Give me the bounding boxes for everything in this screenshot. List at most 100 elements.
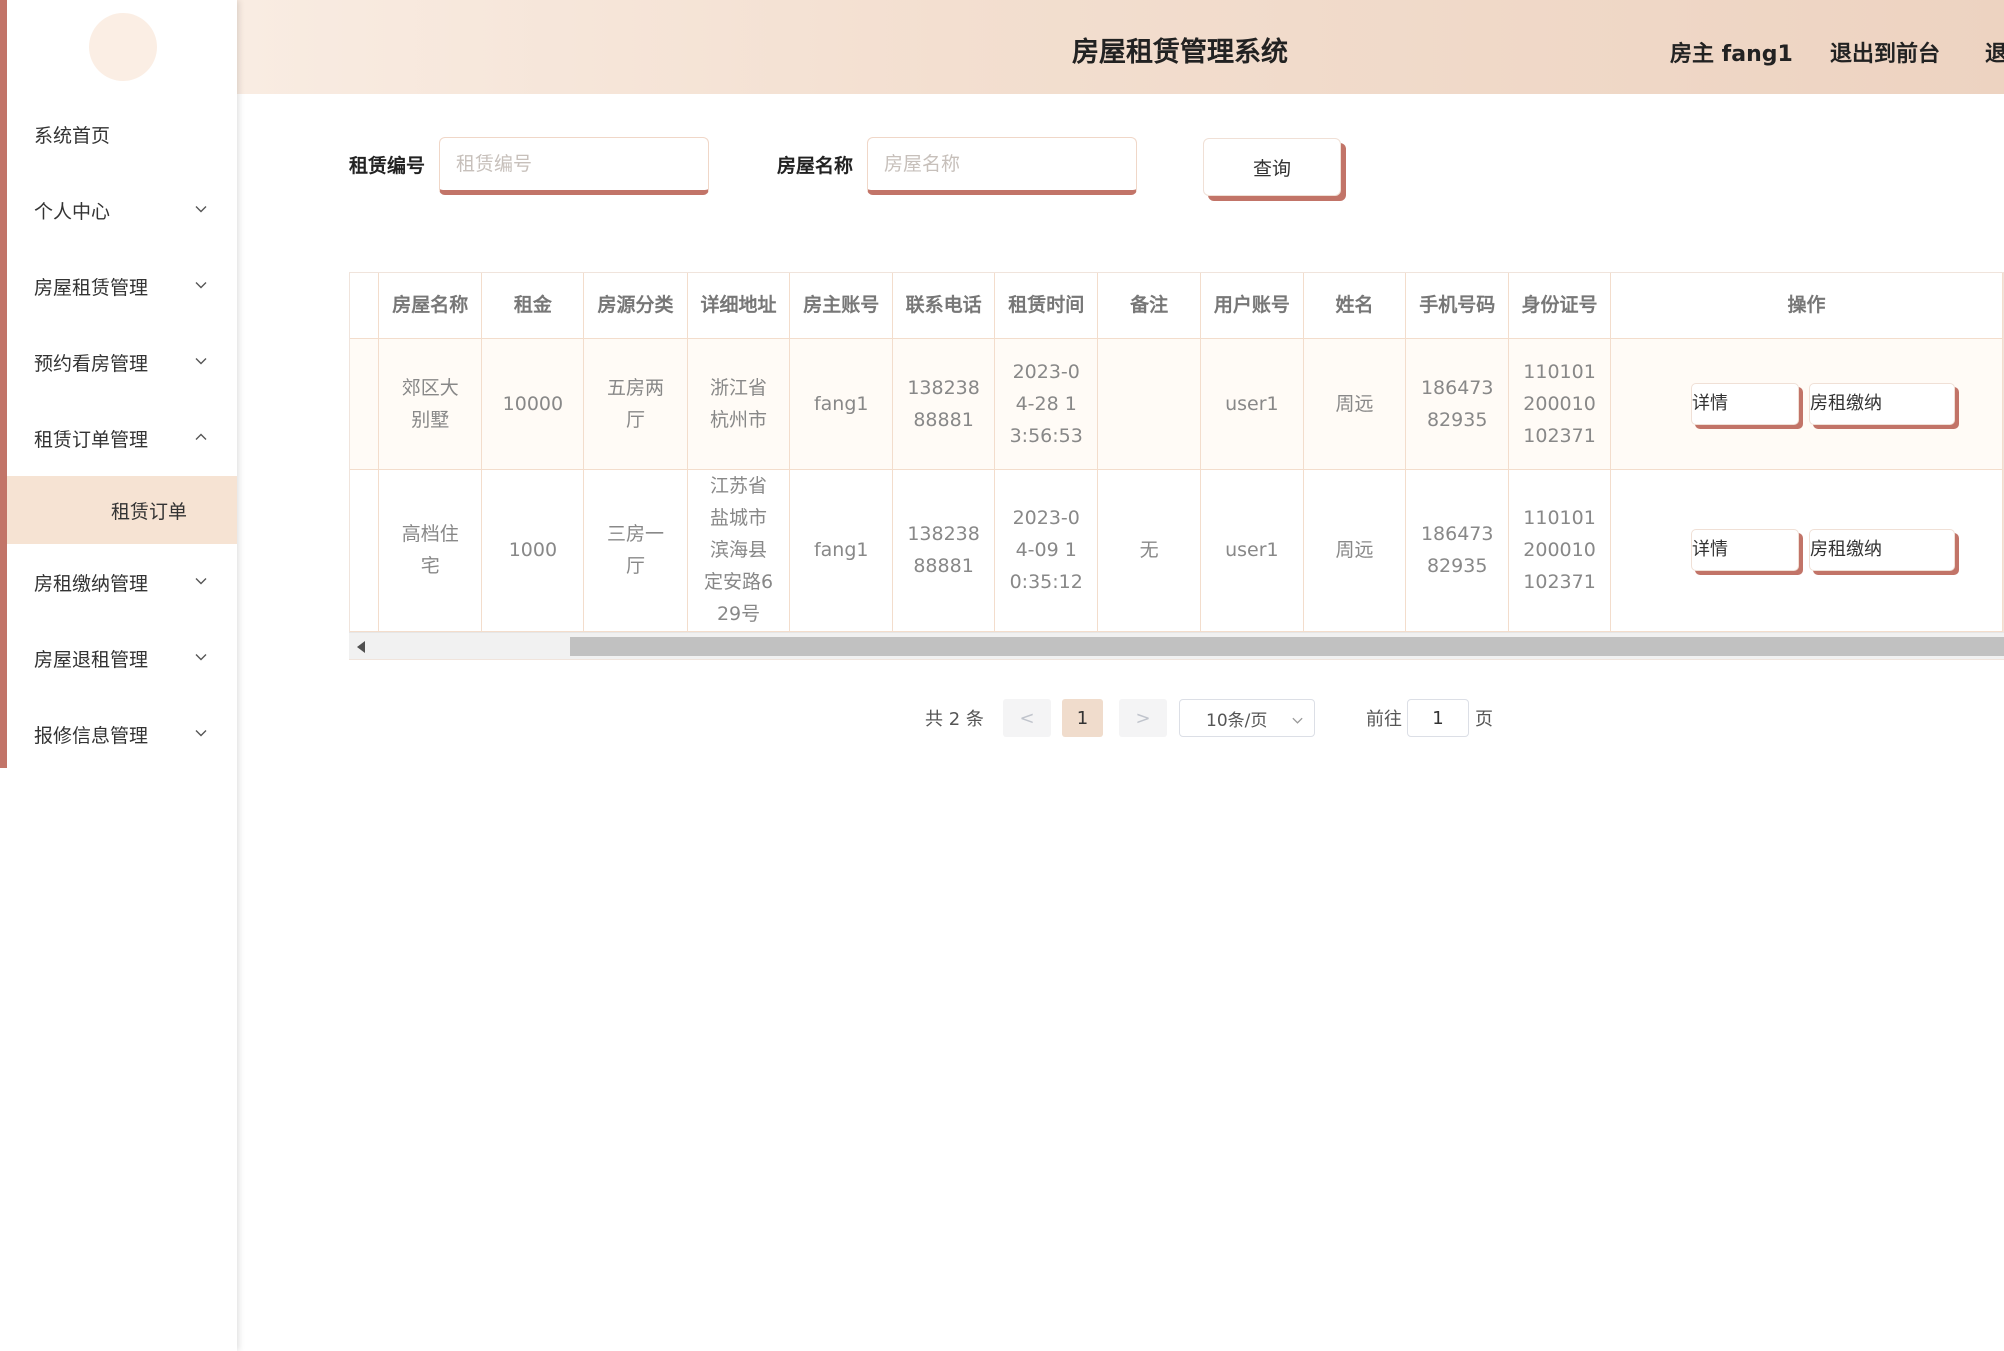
table-row[interactable]: 郊区大别墅 10000 五房两厅 浙江省杭州市 fang1 1382388888…: [350, 338, 2003, 470]
page-size-value: 10条/页: [1206, 710, 1268, 731]
column-header[interactable]: 房屋名称: [378, 273, 483, 339]
next-page-button[interactable]: >: [1119, 699, 1167, 737]
sidebar-item-label: 房租缴纳管理: [34, 572, 149, 595]
current-user: 房主 fang1: [1670, 42, 1793, 67]
rent-payment-button[interactable]: 房租缴纳: [1809, 382, 1956, 425]
column-header[interactable]: 身份证号: [1508, 273, 1612, 339]
column-header: 操作: [1610, 273, 2003, 339]
category-cell: 五房两厅: [583, 338, 688, 470]
mobile-cell: 18647382935: [1405, 469, 1510, 632]
sidebar-item-viewing-appointment[interactable]: 预约看房管理: [0, 324, 237, 400]
page-size-select[interactable]: 10条/页: [1179, 699, 1315, 737]
pagination-total: 共 2 条: [925, 709, 984, 730]
chevron-up-icon: [194, 430, 208, 444]
sidebar-item-house-rental[interactable]: 房屋租赁管理: [0, 248, 237, 324]
chevron-down-icon: [194, 202, 208, 216]
address-cell: 江苏省盐城市滨海县定安路629号: [687, 469, 791, 632]
sidebar-item-label: 房屋退租管理: [34, 648, 149, 671]
actions-cell: 详情 房租缴纳: [1610, 338, 2003, 470]
prev-page-button[interactable]: <: [1003, 699, 1051, 737]
chevron-down-icon: [194, 354, 208, 368]
owner-phone-cell: 13823888881: [892, 338, 996, 470]
top-header: 房屋租赁管理系统 房主 fang1 退出到前台 退出登录: [237, 0, 2004, 94]
sidebar-item-label: 个人中心: [34, 200, 111, 223]
sidebar-item-label: 房屋租赁管理: [34, 276, 149, 299]
sidebar-item-personal-center[interactable]: 个人中心: [0, 172, 237, 248]
sidebar-item-rent-payment[interactable]: 房租缴纳管理: [0, 544, 237, 620]
column-header[interactable]: 姓名: [1303, 273, 1407, 339]
goto-page-input[interactable]: [1407, 699, 1469, 737]
column-header[interactable]: 手机号码: [1405, 273, 1510, 339]
current-page-number[interactable]: 1: [1062, 699, 1103, 737]
sidebar-item-label: 预约看房管理: [34, 352, 149, 375]
sidebar-item-label: 报修信息管理: [34, 724, 149, 747]
address-cell: 浙江省杭州市: [687, 338, 791, 470]
column-header[interactable]: 租赁时间: [994, 273, 1099, 339]
sidebar-item-repair-info[interactable]: 报修信息管理: [0, 696, 237, 772]
column-header[interactable]: 用户账号: [1200, 273, 1304, 339]
sidebar-subitem-lease-order[interactable]: 租赁订单: [7, 476, 237, 544]
exit-to-frontend-link[interactable]: 退出到前台: [1830, 36, 1940, 68]
category-cell: 三房一厅: [583, 469, 688, 632]
chevron-down-icon: [194, 650, 208, 664]
detail-button[interactable]: 详情: [1691, 382, 1800, 425]
chevron-down-icon: [194, 726, 208, 740]
house-name-cell: 高档住宅: [378, 469, 483, 632]
scrollbar-thumb[interactable]: [570, 637, 2004, 656]
lease-number-label: 租赁编号: [349, 155, 426, 177]
chevron-down-icon: [194, 574, 208, 588]
lease-order-table: 房屋名称 租金 房源分类 详细地址 房主账号 联系电话 租赁时间 备注 用户账号…: [349, 272, 2004, 660]
sidebar-item-label: 系统首页: [34, 124, 111, 147]
lease-time-cell: 2023-04-09 10:35:12: [994, 469, 1099, 632]
row-selection-cell: [350, 338, 379, 470]
app-title: 房屋租赁管理系统: [1072, 37, 1288, 68]
horizontal-scrollbar[interactable]: [349, 632, 2004, 659]
rent-payment-button[interactable]: 房租缴纳: [1809, 529, 1956, 571]
rent-cell: 1000: [481, 469, 585, 632]
sidebar: 系统首页 个人中心 房屋租赁管理 预约看房管理 租赁订单管理 租赁订单 房租缴纳…: [0, 0, 237, 1351]
house-name-input[interactable]: [867, 137, 1137, 195]
detail-button[interactable]: 详情: [1691, 529, 1800, 571]
house-name-cell: 郊区大别墅: [378, 338, 483, 470]
owner-account-cell: fang1: [789, 338, 894, 470]
column-header[interactable]: 联系电话: [892, 273, 996, 339]
rent-cell: 10000: [481, 338, 585, 470]
column-header[interactable]: 房源分类: [583, 273, 688, 339]
user-account-cell: user1: [1200, 338, 1304, 470]
column-header[interactable]: 备注: [1097, 273, 1201, 339]
lease-time-cell: 2023-04-28 13:56:53: [994, 338, 1099, 470]
id-card-cell: 110101200010102371: [1508, 338, 1612, 470]
lease-number-input[interactable]: [439, 137, 709, 195]
owner-phone-cell: 13823888881: [892, 469, 996, 632]
logout-link[interactable]: 退出登录: [1985, 36, 2004, 68]
row-selection-cell: [350, 469, 379, 632]
name-cell: 周远: [1303, 338, 1407, 470]
table-row[interactable]: 高档住宅 1000 三房一厅 江苏省盐城市滨海县定安路629号 fang1 13…: [350, 469, 2003, 632]
avatar: [89, 13, 157, 81]
sidebar-item-lease-orders[interactable]: 租赁订单管理: [0, 400, 237, 476]
name-cell: 周远: [1303, 469, 1407, 632]
remark-cell: [1097, 338, 1201, 470]
goto-label: 前往: [1366, 709, 1402, 730]
column-header[interactable]: 租金: [481, 273, 585, 339]
house-name-label: 房屋名称: [777, 155, 854, 177]
selection-column-header: [350, 273, 379, 339]
sidebar-item-label: 租赁订单管理: [34, 428, 149, 451]
scroll-left-icon[interactable]: [357, 641, 365, 653]
sidebar-subitem-label: 租赁订单: [111, 500, 188, 523]
id-card-cell: 110101200010102371: [1508, 469, 1612, 632]
remark-cell: 无: [1097, 469, 1201, 632]
page-suffix-label: 页: [1475, 709, 1493, 730]
sidebar-item-lease-termination[interactable]: 房屋退租管理: [0, 620, 237, 696]
chevron-down-icon: [1291, 712, 1304, 732]
sidebar-item-home[interactable]: 系统首页: [0, 96, 237, 172]
column-header[interactable]: 房主账号: [789, 273, 894, 339]
table-header-row: 房屋名称 租金 房源分类 详细地址 房主账号 联系电话 租赁时间 备注 用户账号…: [350, 273, 2003, 339]
chevron-down-icon: [194, 278, 208, 292]
mobile-cell: 18647382935: [1405, 338, 1510, 470]
column-header[interactable]: 详细地址: [687, 273, 791, 339]
user-account-cell: user1: [1200, 469, 1304, 632]
owner-account-cell: fang1: [789, 469, 894, 632]
query-button[interactable]: 查询: [1203, 138, 1341, 196]
sidebar-menu: 系统首页 个人中心 房屋租赁管理 预约看房管理 租赁订单管理 租赁订单 房租缴纳…: [0, 96, 237, 772]
